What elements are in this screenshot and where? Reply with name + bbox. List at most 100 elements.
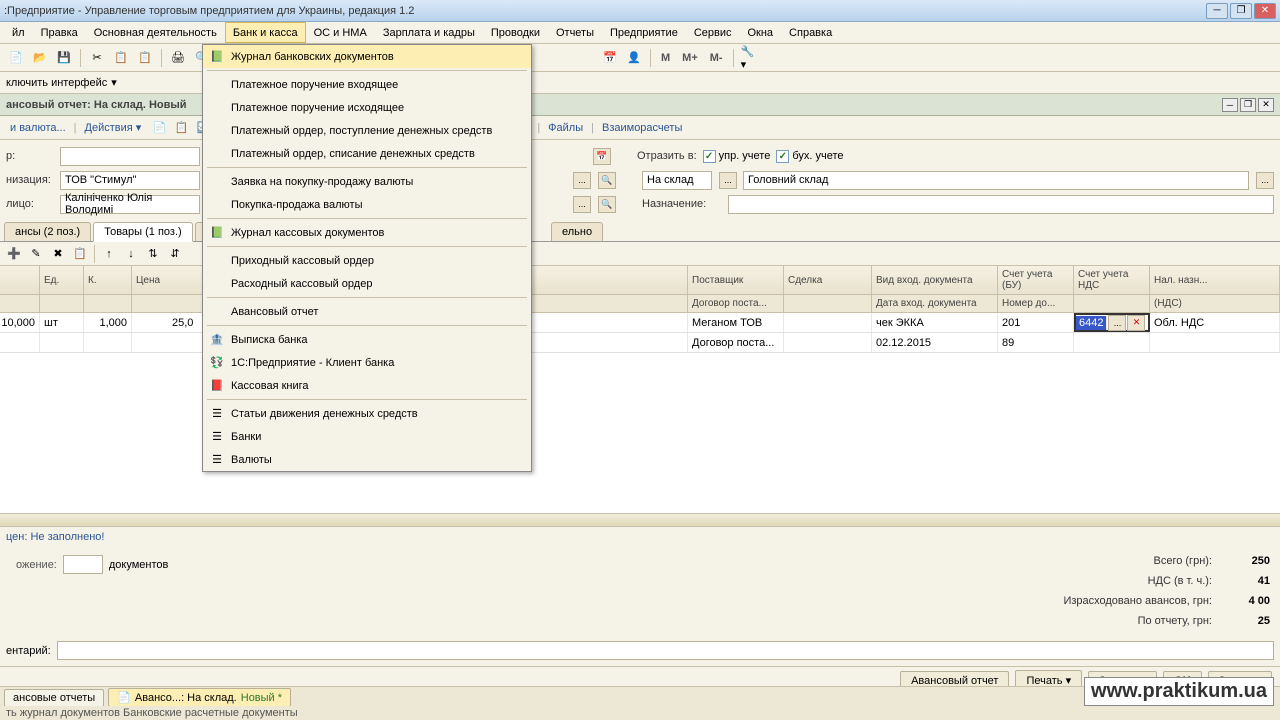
move-down-icon[interactable]: ↓ <box>121 244 141 264</box>
table-row[interactable]: 10,000 шт 1,000 25,0 Меганом ТОВ чек ЭКК… <box>0 313 1280 333</box>
menu-bank-cash[interactable]: Банк и касса <box>225 22 306 43</box>
comment-input[interactable] <box>57 641 1274 660</box>
col-doc-type[interactable]: Вид вход. документа <box>872 266 998 294</box>
menu-edit[interactable]: Правка <box>33 22 86 43</box>
select-btn[interactable]: ... <box>573 172 591 189</box>
currency-link[interactable]: и валюта... <box>4 122 72 134</box>
price-warning-link[interactable]: цен: Не заполнено! <box>0 527 1280 547</box>
col-nds-account[interactable]: Счет учета НДС <box>1074 266 1150 294</box>
task-current-doc[interactable]: 📄 Авансо...: На склад. Новый * <box>108 688 291 707</box>
sort-desc-icon[interactable]: ⇵ <box>165 244 185 264</box>
files-link[interactable]: Файлы <box>542 122 589 134</box>
col-doc-date[interactable]: Дата вход. документа <box>872 295 998 312</box>
close-button[interactable]: ✕ <box>1254 3 1276 19</box>
sort-asc-icon[interactable]: ⇅ <box>143 244 163 264</box>
col-nds-sub[interactable]: (НДС) <box>1150 295 1280 312</box>
user-icon[interactable]: 👤 <box>624 48 644 68</box>
col-unit[interactable]: Ед. <box>40 266 84 294</box>
dest-type-input[interactable]: На склад <box>642 171 712 190</box>
open-icon[interactable]: 📂 <box>30 48 50 68</box>
calendar-icon[interactable]: 📅 <box>600 48 620 68</box>
dropdown-item[interactable]: 📗Журнал кассовых документов <box>203 221 531 244</box>
dropdown-item[interactable]: ☰Статьи движения денежных средств <box>203 402 531 425</box>
attach-count-input[interactable] <box>63 555 103 574</box>
purpose-input[interactable] <box>728 195 1274 214</box>
date-picker-icon[interactable]: 📅 <box>593 148 611 165</box>
memory-mminus[interactable]: M- <box>706 52 727 64</box>
dropdown-item[interactable]: Расходный кассовый ордер <box>203 272 531 295</box>
dropdown-item[interactable]: 📕Кассовая книга <box>203 374 531 397</box>
search-icon[interactable]: 🔍 <box>598 172 616 189</box>
save-icon[interactable]: 💾 <box>54 48 74 68</box>
dropdown-item[interactable]: ☰Валюты <box>203 448 531 471</box>
copy-row-icon[interactable]: 📋 <box>70 244 90 264</box>
dropdown-item[interactable]: Заявка на покупку-продажу валюты <box>203 170 531 193</box>
copy-icon[interactable]: 📋 <box>111 48 131 68</box>
mgmt-accounting-checkbox[interactable]: упр. учете <box>703 150 771 163</box>
doc-close-button[interactable]: ✕ <box>1258 98 1274 112</box>
doc-maximize-button[interactable]: ❐ <box>1240 98 1256 112</box>
menu-reports[interactable]: Отчеты <box>548 22 602 43</box>
col-supplier[interactable]: Поставщик <box>688 266 784 294</box>
new-icon[interactable]: 📄 <box>6 48 26 68</box>
dropdown-item[interactable]: 💱1С:Предприятие - Клиент банка <box>203 351 531 374</box>
menu-main-activity[interactable]: Основная деятельность <box>86 22 225 43</box>
dropdown-item[interactable]: Авансовый отчет <box>203 300 531 323</box>
menu-enterprise[interactable]: Предприятие <box>602 22 686 43</box>
acc-accounting-checkbox[interactable]: бух. учете <box>776 150 843 163</box>
person-input[interactable]: Калініченко Юлія Володимі <box>60 195 200 214</box>
menu-postings[interactable]: Проводки <box>483 22 548 43</box>
dropdown-item[interactable]: ☰Банки <box>203 425 531 448</box>
move-up-icon[interactable]: ↑ <box>99 244 119 264</box>
settings-icon[interactable]: 🔧▾ <box>740 48 760 68</box>
delete-row-icon[interactable]: ✖ <box>48 244 68 264</box>
menu-service[interactable]: Сервис <box>686 22 740 43</box>
tab-advances[interactable]: ансы (2 поз.) <box>4 222 91 241</box>
dropdown-item[interactable]: Платежное поручение исходящее <box>203 96 531 119</box>
menu-file[interactable]: йл <box>4 22 33 43</box>
dropdown-item[interactable]: Платежный ордер, списание денежных средс… <box>203 142 531 165</box>
interface-switcher[interactable]: ключить интерфейс ▾ <box>0 72 1280 94</box>
dropdown-item[interactable]: Покупка-продажа валюты <box>203 193 531 216</box>
paste-icon[interactable]: 📋 <box>135 48 155 68</box>
col-qty[interactable] <box>0 266 40 294</box>
minimize-button[interactable]: ─ <box>1206 3 1228 19</box>
col-account[interactable]: Счет учета (БУ) <box>998 266 1074 294</box>
settlements-link[interactable]: Взаиморасчеты <box>596 122 688 134</box>
cell-select-btn[interactable]: ... <box>1108 315 1126 331</box>
table-row[interactable]: Договор поста... 02.12.2015 89 <box>0 333 1280 353</box>
person-select-btn[interactable]: ... <box>573 196 591 213</box>
dropdown-item[interactable]: Приходный кассовый ордер <box>203 249 531 272</box>
add-row-icon[interactable]: ➕ <box>4 244 24 264</box>
menu-os-nma[interactable]: ОС и НМА <box>306 22 375 43</box>
col-k[interactable]: К. <box>84 266 132 294</box>
edit-row-icon[interactable]: ✎ <box>26 244 46 264</box>
col-tax[interactable]: Нал. назн... <box>1150 266 1280 294</box>
doc-minimize-button[interactable]: ─ <box>1222 98 1238 112</box>
task-reports[interactable]: ансовые отчеты <box>4 689 104 707</box>
horizontal-scrollbar[interactable] <box>0 513 1280 527</box>
dropdown-item[interactable]: 📗Журнал банковских документов <box>203 45 531 68</box>
actions-dropdown[interactable]: Действия ▾ <box>79 121 148 134</box>
print-icon[interactable]: 🖨 <box>168 48 188 68</box>
tab-extra[interactable]: ельно <box>551 222 603 241</box>
dropdown-item[interactable]: Платежное поручение входящее <box>203 73 531 96</box>
menu-windows[interactable]: Окна <box>739 22 781 43</box>
nds-account-cell-editing[interactable]: 6442 ... ✕ <box>1074 313 1150 332</box>
cell-clear-btn[interactable]: ✕ <box>1127 315 1145 331</box>
menu-salary[interactable]: Зарплата и кадры <box>375 22 483 43</box>
memory-m[interactable]: M <box>657 52 674 64</box>
col-doc-num[interactable]: Номер до... <box>998 295 1074 312</box>
dest-value-select[interactable]: ... <box>1256 172 1274 189</box>
menu-help[interactable]: Справка <box>781 22 840 43</box>
cut-icon[interactable]: ✂ <box>87 48 107 68</box>
col-contract[interactable]: Договор поста... <box>688 295 784 312</box>
dropdown-item[interactable]: 🏦Выписка банка <box>203 328 531 351</box>
dest-type-select[interactable]: ... <box>719 172 737 189</box>
tab-goods[interactable]: Товары (1 поз.) <box>93 222 192 242</box>
org-input[interactable]: ТОВ "Стимул" <box>60 171 200 190</box>
number-input[interactable] <box>60 147 200 166</box>
person-search-icon[interactable]: 🔍 <box>598 196 616 213</box>
memory-mplus[interactable]: M+ <box>678 52 702 64</box>
dest-value-input[interactable]: Головний склад <box>743 171 1249 190</box>
